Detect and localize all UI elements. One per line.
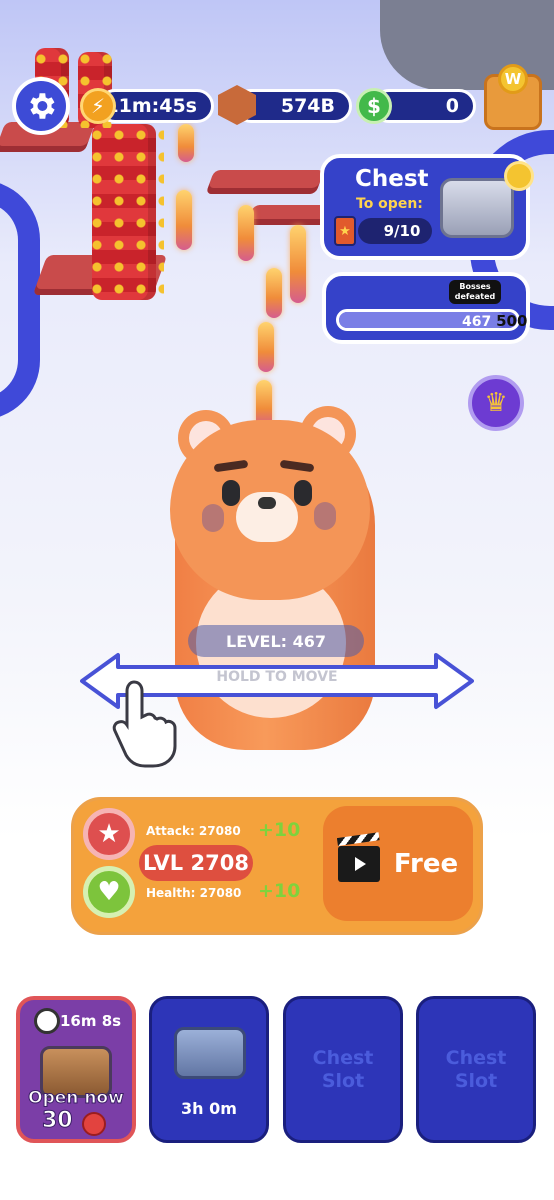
player-level-text: LEVEL: 467: [226, 631, 326, 651]
slot-1-action: Open now: [28, 1088, 125, 1109]
bear-eye-right: [294, 480, 312, 506]
slot-4-label: Chest Slot: [445, 1046, 507, 1092]
bear-nose: [258, 497, 276, 509]
slot-1-timer: 16m 8s: [60, 1012, 122, 1030]
free-label: Free: [393, 848, 459, 879]
star-icon: ★: [97, 819, 121, 849]
berry-icon: [82, 1112, 106, 1136]
slot-1-cost: 30: [42, 1108, 74, 1134]
chest-slot-3[interactable]: Chest Slot: [283, 996, 403, 1143]
health-stat: Health: 27080: [146, 886, 242, 900]
slot-3-label: Chest Slot: [312, 1046, 374, 1092]
attack-stat: Attack: 27080: [146, 824, 241, 838]
chest-slot-4[interactable]: Chest Slot: [416, 996, 536, 1143]
chest-slot-2[interactable]: 3h 0m: [149, 996, 269, 1143]
clapperboard-icon: [337, 845, 380, 882]
chest-slot-1[interactable]: 16m 8s Open now 30: [16, 996, 136, 1143]
attack-bonus: +10: [258, 819, 301, 841]
clock-icon: [34, 1008, 60, 1034]
slot-2-timer: 3h 0m: [181, 1099, 237, 1118]
bear-eye-left: [222, 480, 240, 506]
health-upgrade-button[interactable]: ♥: [83, 866, 135, 918]
pointer-hand-icon: [110, 676, 186, 783]
heart-icon: ♥: [97, 877, 121, 907]
upgrade-level: LVL 2708: [139, 845, 253, 881]
free-upgrade-button[interactable]: Free: [323, 806, 473, 921]
attack-upgrade-button[interactable]: ★: [83, 808, 135, 860]
health-bonus: +10: [258, 880, 301, 902]
bear-cheek-right: [314, 502, 336, 530]
iron-chest-icon: [174, 1027, 246, 1079]
upgrade-level-text: LVL 2708: [143, 851, 249, 875]
bear-cheek-left: [202, 504, 224, 532]
